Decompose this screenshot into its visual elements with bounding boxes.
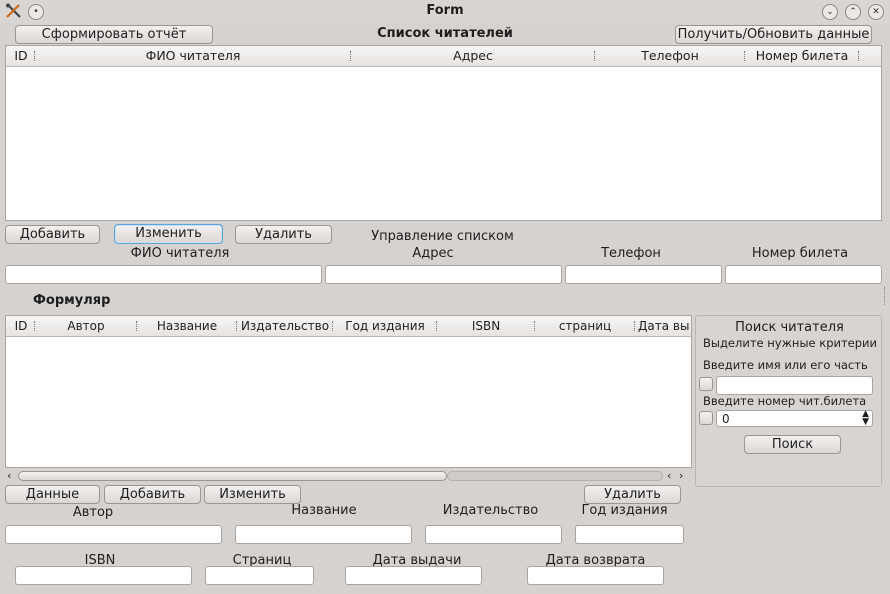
column-header-address[interactable]: Адрес xyxy=(352,46,594,66)
list-management-label: Управление списком xyxy=(371,229,514,244)
book-publisher-input[interactable] xyxy=(425,525,562,544)
column-header-ticket[interactable]: Номер билета xyxy=(746,46,858,66)
book-author-input[interactable] xyxy=(5,525,222,544)
scroll-left-button-icon[interactable]: ‹ xyxy=(667,469,677,483)
column-header-issue-date[interactable]: Дата вы xyxy=(638,316,691,336)
column-header-publisher[interactable]: Издательство xyxy=(238,316,332,336)
reader-ticket-label: Номер билета xyxy=(751,246,849,261)
reader-name-label: ФИО читателя xyxy=(130,246,230,261)
chevron-up-icon[interactable]: ⌃ xyxy=(845,4,861,20)
data-button[interactable]: Данные xyxy=(5,485,100,504)
column-header-title[interactable]: Название xyxy=(138,316,236,336)
books-table[interactable]: ID Автор Название Издательство Год издан… xyxy=(5,315,692,468)
scrollbar-track[interactable] xyxy=(447,471,663,481)
search-panel-title: Поиск читателя xyxy=(735,320,844,335)
column-header-phone[interactable]: Телефон xyxy=(596,46,744,66)
column-header-isbn[interactable]: ISBN xyxy=(438,316,534,336)
chevron-down-icon[interactable]: ⌄ xyxy=(822,4,838,20)
search-ticket-label: Введите номер чит.билета xyxy=(703,394,867,408)
search-name-input[interactable] xyxy=(716,376,873,395)
book-publisher-label: Издательство xyxy=(442,503,539,518)
book-title-label: Название xyxy=(291,503,357,518)
ticket-number-spinbox[interactable]: 0 ▲ ▼ xyxy=(716,410,873,427)
window-title: Form xyxy=(426,3,464,18)
add-book-button[interactable]: Добавить xyxy=(104,485,201,504)
reader-address-input[interactable] xyxy=(325,265,562,284)
close-icon[interactable]: ✕ xyxy=(868,4,884,20)
column-header-year[interactable]: Год издания xyxy=(334,316,436,336)
readers-list-title: Список читателей xyxy=(377,26,513,41)
refresh-data-button[interactable]: Получить/Обновить данные xyxy=(675,25,872,44)
reader-name-input[interactable] xyxy=(5,265,322,284)
books-table-header: ID Автор Название Издательство Год издан… xyxy=(6,316,691,337)
splitter-handle[interactable] xyxy=(884,287,888,305)
column-header-author[interactable]: Автор xyxy=(36,316,136,336)
readers-table[interactable]: ID ФИО читателя Адрес Телефон Номер биле… xyxy=(5,45,882,221)
name-criteria-checkbox[interactable] xyxy=(699,377,713,391)
column-header-name[interactable]: ФИО читателя xyxy=(36,46,350,66)
edit-reader-button[interactable]: Изменить xyxy=(114,224,223,244)
scrollbar-thumb[interactable] xyxy=(18,471,447,481)
ticket-criteria-checkbox[interactable] xyxy=(699,411,713,425)
books-horizontal-scrollbar[interactable]: ‹ ‹ › xyxy=(5,469,692,483)
delete-reader-button[interactable]: Удалить xyxy=(235,225,332,244)
spin-arrows-icon[interactable]: ▲ ▼ xyxy=(862,410,869,427)
reader-phone-input[interactable] xyxy=(565,265,722,284)
column-header-book-id[interactable]: ID xyxy=(8,316,34,336)
readers-table-header: ID ФИО читателя Адрес Телефон Номер биле… xyxy=(6,46,881,67)
reader-ticket-input[interactable] xyxy=(725,265,882,284)
column-header-pages[interactable]: страниц xyxy=(536,316,634,336)
search-criteria-hint: Выделите нужные критерии xyxy=(703,336,878,350)
book-year-input[interactable] xyxy=(575,525,684,544)
report-button[interactable]: Сформировать отчёт xyxy=(15,25,213,44)
search-panel: Поиск читателя Выделите нужные критерии … xyxy=(695,315,882,487)
reader-phone-label: Телефон xyxy=(601,246,661,261)
scroll-right-button-icon[interactable]: › xyxy=(679,469,689,483)
issue-date-input[interactable] xyxy=(345,566,482,585)
add-reader-button[interactable]: Добавить xyxy=(5,225,100,244)
column-header-id[interactable]: ID xyxy=(8,46,34,66)
edit-book-button[interactable]: Изменить xyxy=(204,485,301,504)
scroll-left-arrow-icon[interactable]: ‹ xyxy=(7,469,17,483)
book-author-label: Автор xyxy=(72,505,114,520)
book-year-label: Год издания xyxy=(581,503,668,518)
book-title-input[interactable] xyxy=(235,525,412,544)
ticket-number-value: 0 xyxy=(722,412,730,426)
book-isbn-input[interactable] xyxy=(15,566,192,585)
form-section-title: Формуляр xyxy=(33,293,111,308)
delete-book-button[interactable]: Удалить xyxy=(584,485,681,504)
book-pages-input[interactable] xyxy=(205,566,314,585)
search-button[interactable]: Поиск xyxy=(744,435,841,454)
search-name-label: Введите имя или его часть xyxy=(703,358,868,372)
reader-address-label: Адрес xyxy=(412,246,454,261)
return-date-input[interactable] xyxy=(527,566,664,585)
